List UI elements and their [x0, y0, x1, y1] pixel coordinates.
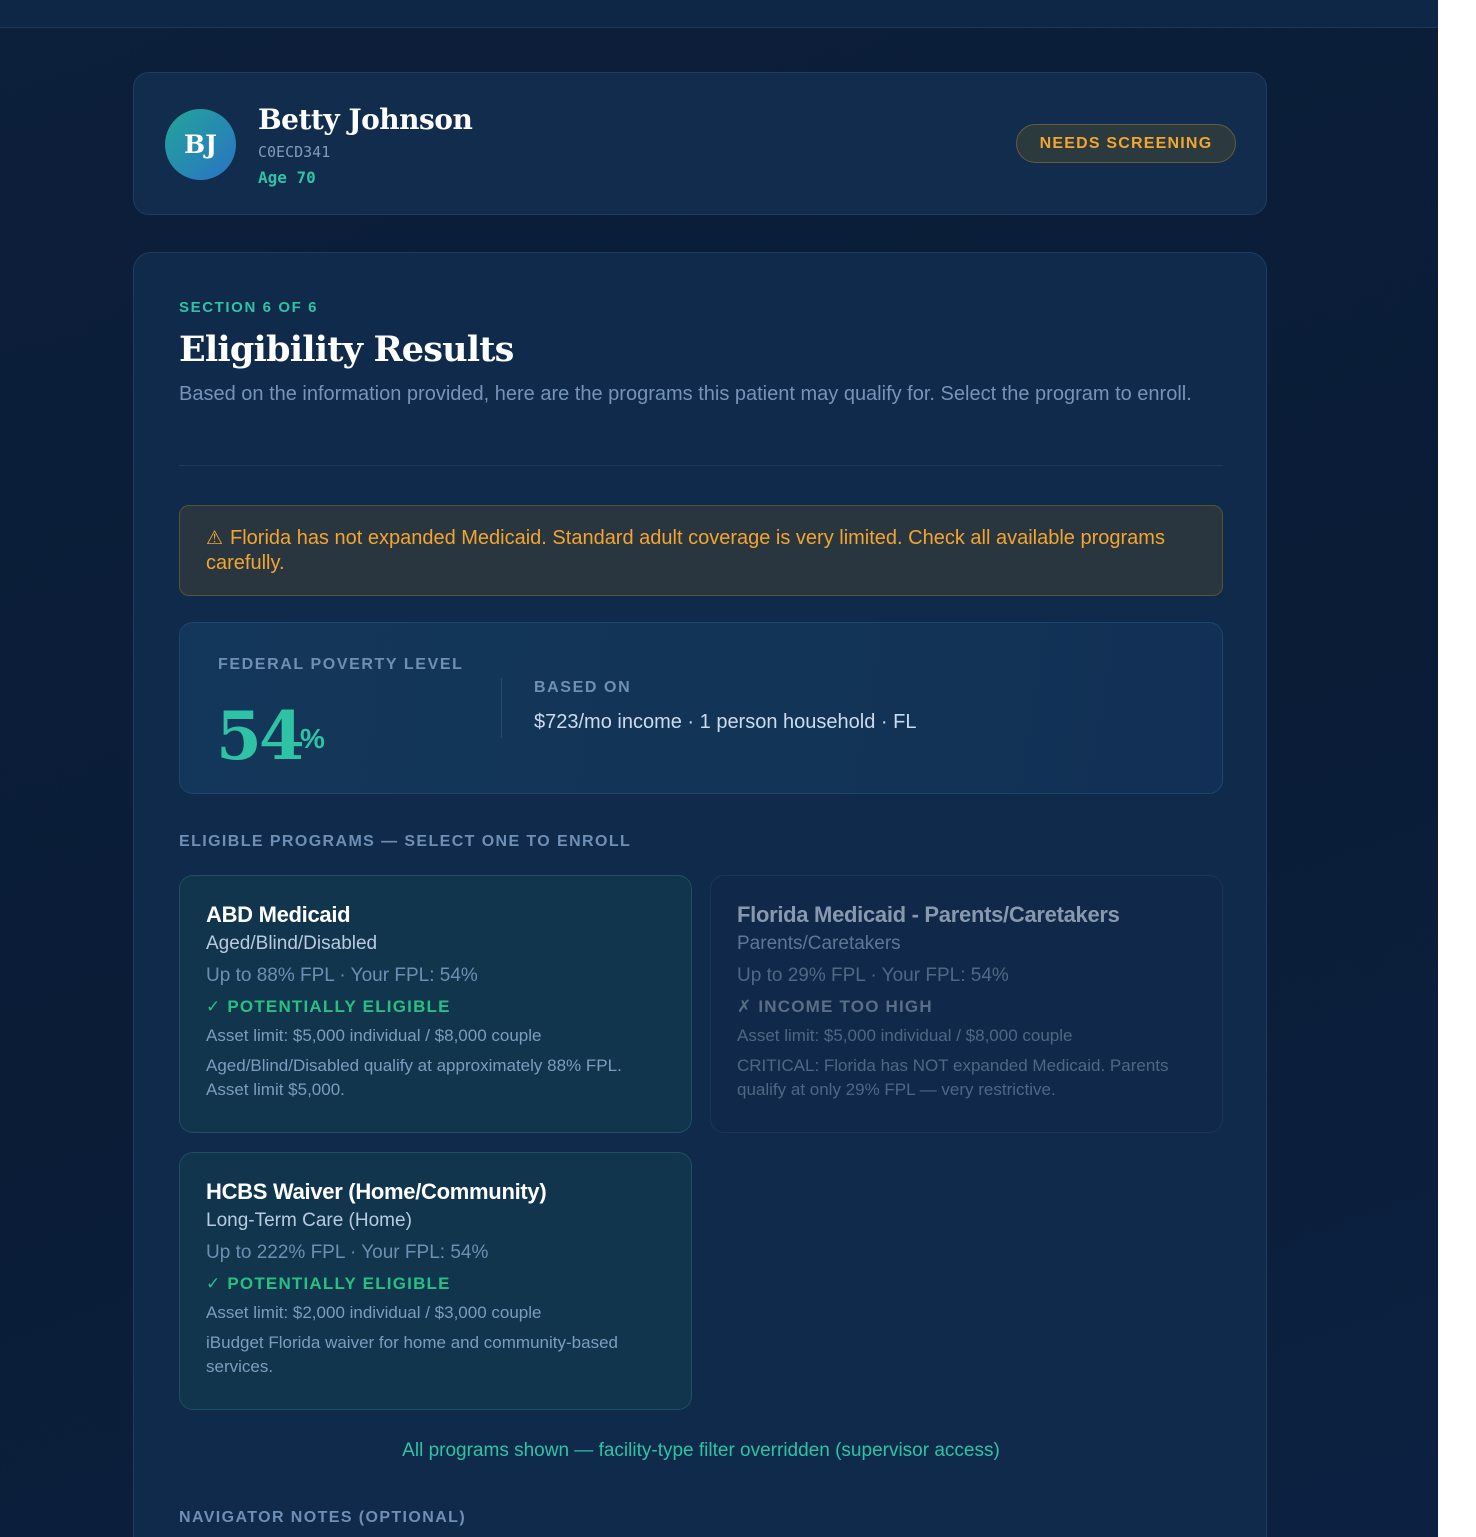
- section-description: Based on the information provided, here …: [179, 383, 1192, 405]
- program-fpl-line: Up to 29% FPL · Your FPL: 54%: [737, 965, 1009, 986]
- program-card-parents-caretakers: Florida Medicaid - Parents/Caretakers Pa…: [710, 875, 1223, 1133]
- program-asset-limit: Asset limit: $2,000 individual / $3,000 …: [206, 1303, 542, 1322]
- patient-age: Age 70: [258, 168, 316, 187]
- eligibility-section: SECTION 6 OF 6 Eligibility Results Based…: [133, 252, 1267, 1537]
- fpl-value: 54: [216, 697, 305, 775]
- program-asset-limit: Asset limit: $5,000 individual / $8,000 …: [737, 1026, 1073, 1045]
- program-fpl-line: Up to 88% FPL · Your FPL: 54%: [206, 965, 478, 986]
- program-name: ABD Medicaid: [206, 902, 351, 927]
- top-bar: [0, 0, 1438, 28]
- program-category: Aged/Blind/Disabled: [206, 933, 378, 954]
- based-on-label: BASED ON: [534, 679, 632, 696]
- section-divider: [179, 465, 1223, 466]
- program-category: Long-Term Care (Home): [206, 1210, 412, 1231]
- program-note: Aged/Blind/Disabled qualify at approxima…: [206, 1056, 622, 1099]
- program-status-eligible: ✓ POTENTIALLY ELIGIBLE: [206, 997, 451, 1016]
- patient-id: C0ECD341: [258, 143, 331, 161]
- status-badge: NEEDS SCREENING: [1016, 124, 1236, 163]
- program-card-abd-medicaid[interactable]: ABD Medicaid Aged/Blind/Disabled Up to 8…: [179, 875, 692, 1133]
- patient-name: Betty Johnson: [258, 103, 473, 136]
- program-category: Parents/Caretakers: [737, 933, 901, 954]
- programs-heading: ELIGIBLE PROGRAMS — SELECT ONE TO ENROLL: [179, 833, 632, 850]
- medicaid-warning-banner: ⚠ Florida has not expanded Medicaid. Stan…: [179, 505, 1223, 596]
- fpl-label: FEDERAL POVERTY LEVEL: [218, 656, 464, 673]
- fpl-unit: %: [300, 723, 325, 754]
- program-name: HCBS Waiver (Home/Community): [206, 1179, 547, 1204]
- program-status-ineligible: ✗ INCOME TOO HIGH: [737, 997, 933, 1016]
- program-card-hcbs-waiver[interactable]: HCBS Waiver (Home/Community) Long-Term C…: [179, 1152, 692, 1410]
- fpl-summary: FEDERAL POVERTY LEVEL 54 % BASED ON $723…: [179, 622, 1223, 794]
- patient-header-card: BJ Betty Johnson C0ECD341 Age 70 NEEDS S…: [133, 72, 1267, 215]
- section-eyebrow: SECTION 6 OF 6: [179, 299, 319, 316]
- supervisor-override-note: All programs shown — facility-type filte…: [402, 1440, 1000, 1461]
- program-note: iBudget Florida waiver for home and comm…: [206, 1333, 618, 1376]
- program-note: CRITICAL: Florida has NOT expanded Medic…: [737, 1056, 1169, 1099]
- fpl-divider: [501, 678, 502, 738]
- based-on-value: $723/mo income · 1 person household · FL: [534, 711, 917, 733]
- section-title: Eligibility Results: [179, 329, 514, 370]
- program-fpl-line: Up to 222% FPL · Your FPL: 54%: [206, 1242, 489, 1263]
- program-status-eligible: ✓ POTENTIALLY ELIGIBLE: [206, 1274, 451, 1293]
- warning-triangle-icon: ⚠: [206, 528, 224, 549]
- avatar: BJ: [165, 109, 236, 180]
- right-gutter: [1438, 0, 1476, 1537]
- warning-text: Florida has not expanded Medicaid. Stand…: [206, 527, 1165, 574]
- program-asset-limit: Asset limit: $5,000 individual / $8,000 …: [206, 1026, 542, 1045]
- navigator-notes-label: NAVIGATOR NOTES (OPTIONAL): [179, 1509, 467, 1526]
- program-name: Florida Medicaid - Parents/Caretakers: [737, 902, 1120, 927]
